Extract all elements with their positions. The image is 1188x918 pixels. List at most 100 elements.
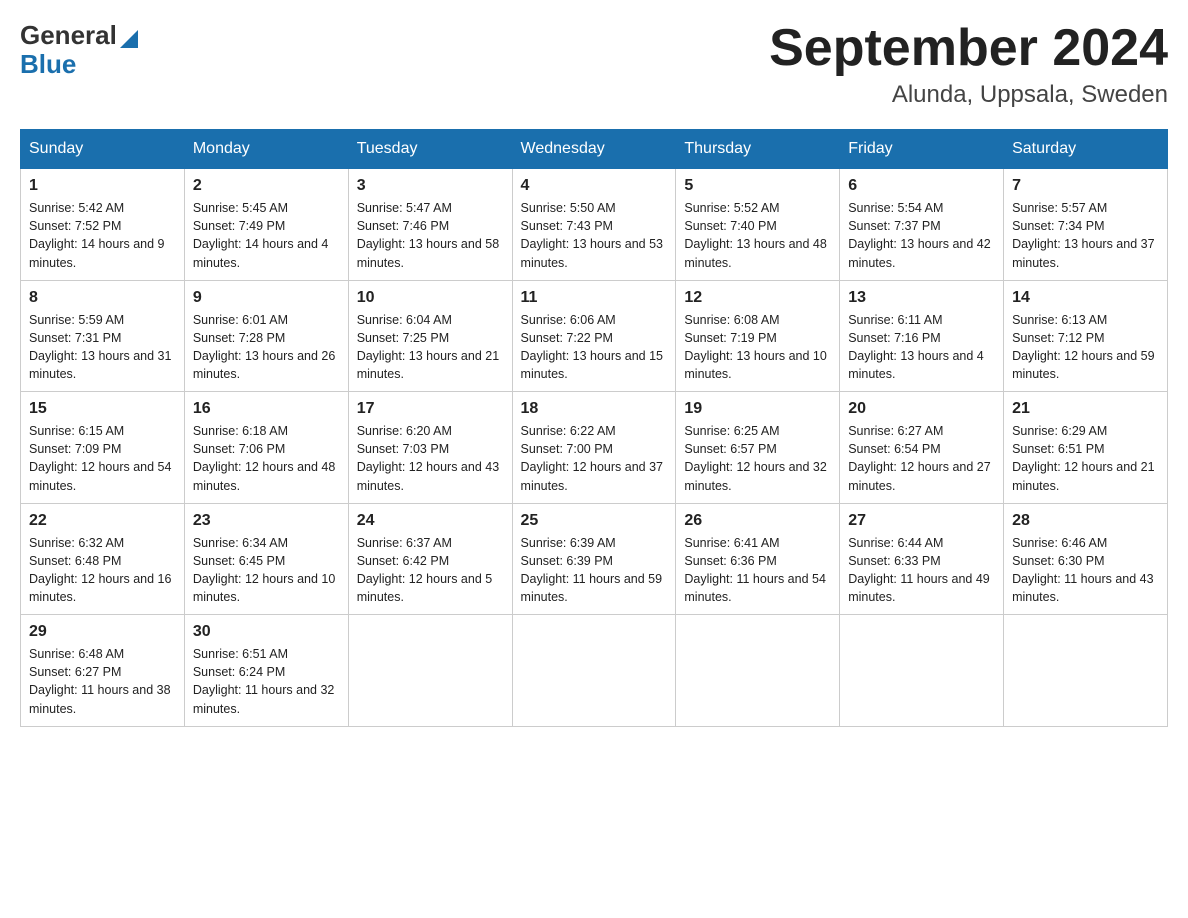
day-number: 20 [848, 400, 995, 418]
calendar-cell: 21 Sunrise: 6:29 AMSunset: 6:51 PMDaylig… [1004, 392, 1168, 504]
calendar-cell [512, 615, 676, 727]
day-number: 26 [684, 512, 831, 530]
day-number: 18 [521, 400, 668, 418]
day-number: 12 [684, 289, 831, 307]
day-info: Sunrise: 6:18 AMSunset: 7:06 PMDaylight:… [193, 424, 335, 492]
day-info: Sunrise: 5:50 AMSunset: 7:43 PMDaylight:… [521, 201, 663, 269]
calendar-cell: 4 Sunrise: 5:50 AMSunset: 7:43 PMDayligh… [512, 169, 676, 281]
calendar-cell: 17 Sunrise: 6:20 AMSunset: 7:03 PMDaylig… [348, 392, 512, 504]
day-number: 30 [193, 623, 340, 641]
calendar-cell [840, 615, 1004, 727]
day-info: Sunrise: 5:57 AMSunset: 7:34 PMDaylight:… [1012, 201, 1154, 269]
logo-general-text: General [20, 20, 117, 51]
calendar-day-header-monday: Monday [184, 130, 348, 169]
day-number: 6 [848, 177, 995, 195]
day-number: 13 [848, 289, 995, 307]
day-info: Sunrise: 6:39 AMSunset: 6:39 PMDaylight:… [521, 536, 663, 604]
calendar-cell: 28 Sunrise: 6:46 AMSunset: 6:30 PMDaylig… [1004, 503, 1168, 615]
day-number: 17 [357, 400, 504, 418]
calendar-cell: 20 Sunrise: 6:27 AMSunset: 6:54 PMDaylig… [840, 392, 1004, 504]
day-info: Sunrise: 6:15 AMSunset: 7:09 PMDaylight:… [29, 424, 171, 492]
calendar-cell: 2 Sunrise: 5:45 AMSunset: 7:49 PMDayligh… [184, 169, 348, 281]
calendar-cell: 27 Sunrise: 6:44 AMSunset: 6:33 PMDaylig… [840, 503, 1004, 615]
day-number: 9 [193, 289, 340, 307]
calendar-day-header-thursday: Thursday [676, 130, 840, 169]
day-info: Sunrise: 6:48 AMSunset: 6:27 PMDaylight:… [29, 647, 171, 715]
calendar-cell: 6 Sunrise: 5:54 AMSunset: 7:37 PMDayligh… [840, 169, 1004, 281]
calendar-cell: 23 Sunrise: 6:34 AMSunset: 6:45 PMDaylig… [184, 503, 348, 615]
calendar-cell: 8 Sunrise: 5:59 AMSunset: 7:31 PMDayligh… [21, 280, 185, 392]
logo: General Blue [20, 20, 138, 80]
calendar-week-row: 29 Sunrise: 6:48 AMSunset: 6:27 PMDaylig… [21, 615, 1168, 727]
calendar-day-header-wednesday: Wednesday [512, 130, 676, 169]
day-number: 11 [521, 289, 668, 307]
calendar-table: SundayMondayTuesdayWednesdayThursdayFrid… [20, 129, 1168, 727]
day-info: Sunrise: 5:54 AMSunset: 7:37 PMDaylight:… [848, 201, 990, 269]
day-info: Sunrise: 6:11 AMSunset: 7:16 PMDaylight:… [848, 313, 984, 381]
day-number: 2 [193, 177, 340, 195]
calendar-cell: 29 Sunrise: 6:48 AMSunset: 6:27 PMDaylig… [21, 615, 185, 727]
day-info: Sunrise: 6:22 AMSunset: 7:00 PMDaylight:… [521, 424, 663, 492]
day-number: 24 [357, 512, 504, 530]
day-number: 7 [1012, 177, 1159, 195]
day-number: 14 [1012, 289, 1159, 307]
day-number: 21 [1012, 400, 1159, 418]
day-info: Sunrise: 6:01 AMSunset: 7:28 PMDaylight:… [193, 313, 335, 381]
calendar-cell: 19 Sunrise: 6:25 AMSunset: 6:57 PMDaylig… [676, 392, 840, 504]
day-info: Sunrise: 5:42 AMSunset: 7:52 PMDaylight:… [29, 201, 165, 269]
calendar-cell: 11 Sunrise: 6:06 AMSunset: 7:22 PMDaylig… [512, 280, 676, 392]
page-header: General Blue September 2024 Alunda, Upps… [20, 20, 1168, 109]
day-info: Sunrise: 6:46 AMSunset: 6:30 PMDaylight:… [1012, 536, 1154, 604]
day-info: Sunrise: 5:52 AMSunset: 7:40 PMDaylight:… [684, 201, 826, 269]
calendar-cell: 14 Sunrise: 6:13 AMSunset: 7:12 PMDaylig… [1004, 280, 1168, 392]
day-info: Sunrise: 6:32 AMSunset: 6:48 PMDaylight:… [29, 536, 171, 604]
calendar-cell: 26 Sunrise: 6:41 AMSunset: 6:36 PMDaylig… [676, 503, 840, 615]
calendar-cell [676, 615, 840, 727]
calendar-cell: 3 Sunrise: 5:47 AMSunset: 7:46 PMDayligh… [348, 169, 512, 281]
day-number: 15 [29, 400, 176, 418]
calendar-week-row: 22 Sunrise: 6:32 AMSunset: 6:48 PMDaylig… [21, 503, 1168, 615]
day-info: Sunrise: 6:20 AMSunset: 7:03 PMDaylight:… [357, 424, 499, 492]
calendar-cell: 12 Sunrise: 6:08 AMSunset: 7:19 PMDaylig… [676, 280, 840, 392]
calendar-cell: 16 Sunrise: 6:18 AMSunset: 7:06 PMDaylig… [184, 392, 348, 504]
day-number: 10 [357, 289, 504, 307]
logo-triangle-icon [120, 30, 138, 48]
day-number: 25 [521, 512, 668, 530]
day-info: Sunrise: 6:13 AMSunset: 7:12 PMDaylight:… [1012, 313, 1154, 381]
calendar-cell [348, 615, 512, 727]
day-number: 8 [29, 289, 176, 307]
calendar-cell: 7 Sunrise: 5:57 AMSunset: 7:34 PMDayligh… [1004, 169, 1168, 281]
day-number: 1 [29, 177, 176, 195]
location-subtitle: Alunda, Uppsala, Sweden [769, 81, 1168, 109]
day-number: 22 [29, 512, 176, 530]
calendar-cell [1004, 615, 1168, 727]
day-number: 29 [29, 623, 176, 641]
calendar-day-header-tuesday: Tuesday [348, 130, 512, 169]
day-info: Sunrise: 5:47 AMSunset: 7:46 PMDaylight:… [357, 201, 499, 269]
day-number: 5 [684, 177, 831, 195]
day-info: Sunrise: 5:59 AMSunset: 7:31 PMDaylight:… [29, 313, 171, 381]
day-info: Sunrise: 6:06 AMSunset: 7:22 PMDaylight:… [521, 313, 663, 381]
day-info: Sunrise: 6:51 AMSunset: 6:24 PMDaylight:… [193, 647, 335, 715]
title-block: September 2024 Alunda, Uppsala, Sweden [769, 20, 1168, 109]
day-number: 28 [1012, 512, 1159, 530]
day-info: Sunrise: 6:44 AMSunset: 6:33 PMDaylight:… [848, 536, 990, 604]
day-info: Sunrise: 6:27 AMSunset: 6:54 PMDaylight:… [848, 424, 990, 492]
day-info: Sunrise: 6:41 AMSunset: 6:36 PMDaylight:… [684, 536, 826, 604]
calendar-day-header-friday: Friday [840, 130, 1004, 169]
calendar-cell: 24 Sunrise: 6:37 AMSunset: 6:42 PMDaylig… [348, 503, 512, 615]
day-info: Sunrise: 6:29 AMSunset: 6:51 PMDaylight:… [1012, 424, 1154, 492]
calendar-week-row: 8 Sunrise: 5:59 AMSunset: 7:31 PMDayligh… [21, 280, 1168, 392]
calendar-week-row: 15 Sunrise: 6:15 AMSunset: 7:09 PMDaylig… [21, 392, 1168, 504]
logo-blue-text: Blue [20, 49, 76, 80]
calendar-day-header-sunday: Sunday [21, 130, 185, 169]
day-number: 3 [357, 177, 504, 195]
day-info: Sunrise: 6:25 AMSunset: 6:57 PMDaylight:… [684, 424, 826, 492]
calendar-header-row: SundayMondayTuesdayWednesdayThursdayFrid… [21, 130, 1168, 169]
calendar-cell: 18 Sunrise: 6:22 AMSunset: 7:00 PMDaylig… [512, 392, 676, 504]
calendar-cell: 30 Sunrise: 6:51 AMSunset: 6:24 PMDaylig… [184, 615, 348, 727]
calendar-cell: 25 Sunrise: 6:39 AMSunset: 6:39 PMDaylig… [512, 503, 676, 615]
day-info: Sunrise: 6:04 AMSunset: 7:25 PMDaylight:… [357, 313, 499, 381]
day-info: Sunrise: 5:45 AMSunset: 7:49 PMDaylight:… [193, 201, 329, 269]
day-info: Sunrise: 6:08 AMSunset: 7:19 PMDaylight:… [684, 313, 826, 381]
